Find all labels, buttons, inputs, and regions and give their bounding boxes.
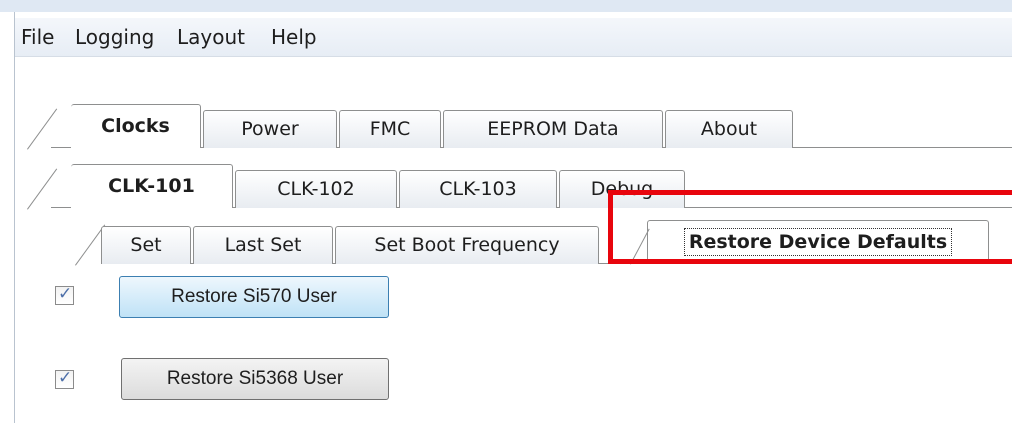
main-tab-strip: Clocks Power FMC EEPROM Data About — [15, 100, 1012, 150]
tab-last-set-label: Last Set — [224, 234, 302, 256]
tab-clk-101-label: CLK-101 — [108, 175, 195, 197]
checkmark-icon: ✓ — [58, 284, 73, 304]
tab-clk-102-label: CLK-102 — [277, 178, 355, 200]
tab-clocks[interactable]: Clocks — [71, 104, 201, 149]
tab-eeprom-data-label: EEPROM Data — [487, 118, 619, 140]
menu-logging[interactable]: Logging — [75, 24, 154, 50]
tab-set-boot-frequency-label: Set Boot Frequency — [374, 234, 560, 256]
tab-power-label: Power — [241, 118, 299, 140]
restore-si570-user-label: Restore Si570 User — [171, 286, 337, 307]
tab-about[interactable]: About — [665, 110, 793, 148]
restore-si5368-checkbox[interactable]: ✓ — [55, 368, 74, 389]
title-strip — [0, 0, 1012, 12]
tab-clk-102[interactable]: CLK-102 — [235, 170, 397, 208]
tab-clk-101[interactable]: CLK-101 — [71, 164, 233, 209]
tab-fmc[interactable]: FMC — [339, 110, 441, 148]
checkmark-icon: ✓ — [58, 368, 73, 388]
restore-si570-user-button[interactable]: Restore Si570 User — [119, 276, 389, 318]
menu-help[interactable]: Help — [271, 24, 317, 50]
tab-set[interactable]: Set — [101, 226, 191, 264]
restore-si5368-user-button[interactable]: Restore Si5368 User — [121, 358, 389, 400]
tab-clk-103[interactable]: CLK-103 — [399, 170, 557, 208]
menu-bar: File Logging Layout Help — [15, 18, 1012, 57]
tab-set-boot-frequency[interactable]: Set Boot Frequency — [335, 226, 599, 264]
tab-about-label: About — [700, 118, 758, 140]
tab-clocks-label: Clocks — [101, 115, 170, 137]
menu-layout[interactable]: Layout — [177, 24, 245, 50]
tab-eeprom-data[interactable]: EEPROM Data — [443, 110, 663, 148]
menu-file[interactable]: File — [21, 24, 54, 50]
tab-last-set[interactable]: Last Set — [193, 226, 333, 264]
restore-si5368-user-label: Restore Si5368 User — [166, 368, 344, 389]
tab-clk-103-label: CLK-103 — [439, 178, 517, 200]
tab-power[interactable]: Power — [203, 110, 337, 148]
highlight-annotation-box — [608, 190, 1012, 264]
tab-fmc-label: FMC — [369, 118, 411, 140]
restore-si570-checkbox[interactable]: ✓ — [55, 284, 74, 305]
tab-set-label: Set — [130, 234, 162, 256]
